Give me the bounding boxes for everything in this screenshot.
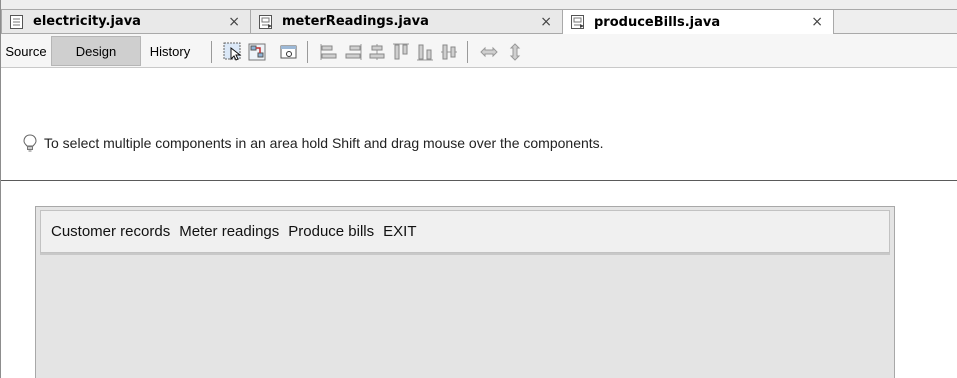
hint-text: To select multiple components in an area… — [44, 135, 604, 151]
align-right-icon[interactable] — [343, 42, 363, 62]
tab-producebills-java[interactable]: produceBills.java × — [563, 10, 834, 34]
align-top-icon[interactable] — [391, 42, 411, 62]
java-form-icon — [10, 14, 23, 29]
selection-mode-icon[interactable] — [223, 42, 243, 62]
center-horizontally-icon[interactable] — [367, 42, 387, 62]
close-tab-button[interactable]: × — [540, 14, 552, 30]
tab-meterreadings-java[interactable]: meterReadings.java × — [251, 10, 563, 33]
designer-hint: To select multiple components in an area… — [22, 134, 604, 152]
editor-tab-bar: electricity.java × meterReadings.java × … — [1, 0, 957, 34]
close-tab-button[interactable]: × — [228, 14, 240, 30]
change-horizontal-resizability-icon[interactable] — [479, 42, 499, 62]
connection-mode-icon[interactable] — [247, 42, 267, 62]
align-left-icon[interactable] — [319, 42, 339, 62]
menu-exit[interactable]: EXIT — [383, 223, 416, 240]
java-form-icon — [571, 15, 584, 29]
change-vertical-resizability-icon[interactable] — [505, 42, 525, 62]
preview-design-icon[interactable] — [279, 42, 299, 62]
toolbar-separator — [467, 41, 468, 63]
menu-bar-shadow — [40, 253, 890, 255]
design-view-button[interactable]: Design — [51, 36, 141, 66]
toolbar-separator — [211, 41, 212, 63]
menu-meter-readings[interactable]: Meter readings — [179, 223, 279, 240]
menu-produce-bills[interactable]: Produce bills — [288, 223, 374, 240]
close-tab-button[interactable]: × — [811, 14, 823, 30]
history-view-button[interactable]: History — [141, 36, 199, 66]
source-view-button[interactable]: Source — [1, 36, 51, 66]
center-vertically-icon[interactable] — [439, 42, 459, 62]
toolbar-separator — [307, 41, 308, 63]
tab-label: produceBills.java — [594, 14, 721, 30]
tab-label: meterReadings.java — [282, 14, 429, 29]
tab-label: electricity.java — [33, 14, 141, 29]
menu-bar[interactable]: Customer records Meter readings Produce … — [40, 210, 890, 253]
designer-hint-area — [1, 68, 957, 180]
align-bottom-icon[interactable] — [415, 42, 435, 62]
form-editor-toolbar: Source Design History — [1, 34, 957, 68]
tab-electricity-java[interactable]: electricity.java × — [1, 10, 251, 33]
jframe-design-canvas[interactable]: Customer records Meter readings Produce … — [35, 206, 895, 378]
menu-customer-records[interactable]: Customer records — [51, 223, 170, 240]
hint-divider — [1, 180, 957, 181]
lightbulb-icon — [23, 134, 37, 152]
java-form-icon — [259, 14, 272, 29]
